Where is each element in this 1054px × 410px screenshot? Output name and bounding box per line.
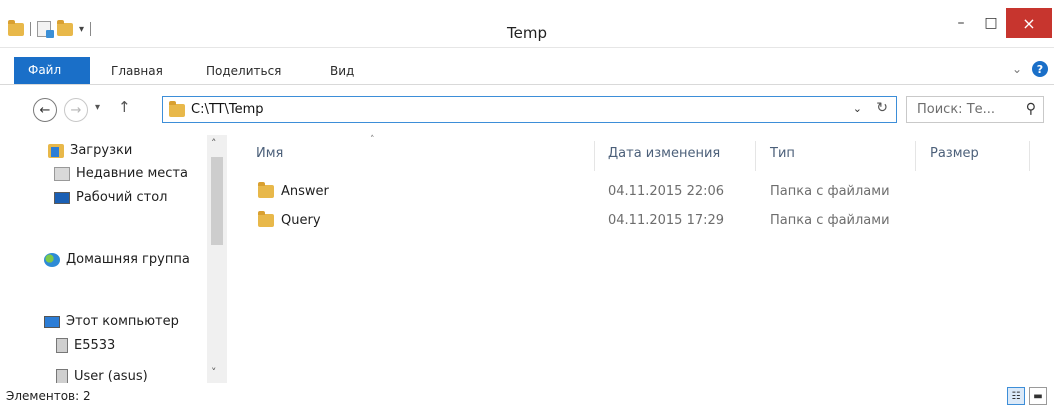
network-drive-icon [56, 369, 68, 383]
title-bar: ▾ Temp – □ × [0, 0, 1054, 48]
folder-icon [258, 211, 274, 227]
sort-ascending-icon: ˄ [370, 135, 375, 145]
sidebar-item-label: User (asus) [74, 369, 148, 383]
forward-button[interactable]: → [64, 98, 88, 122]
file-name: Query [281, 213, 321, 228]
column-header-date[interactable]: Дата изменения [608, 146, 720, 161]
large-icons-view-icon[interactable]: ▬ [1029, 387, 1047, 405]
recent-locations-icon[interactable]: ▾ [95, 102, 100, 113]
address-bar[interactable]: C:\TT\Temp ⌄ ↻ [162, 96, 897, 123]
sidebar-item-label: Недавние места [76, 166, 188, 181]
address-path[interactable]: C:\TT\Temp [191, 102, 264, 117]
table-row[interactable]: Answer 04.11.2015 22:06 Папка с файлами [232, 181, 1032, 203]
status-bar: Элементов: 2 ☷ ▬ [0, 386, 1054, 410]
item-count: Элементов: 2 [6, 389, 91, 403]
window-controls: – □ × [946, 8, 1052, 38]
sidebar-item-desktop[interactable]: Рабочий стол [54, 190, 167, 205]
file-name: Answer [281, 184, 329, 199]
search-icon[interactable]: ⚲ [1026, 101, 1036, 117]
file-date: 04.11.2015 22:06 [608, 184, 725, 199]
homegroup-icon [44, 252, 60, 267]
sidebar-item-label: E5533 [74, 338, 116, 353]
column-divider[interactable] [1029, 141, 1030, 171]
computer-icon [44, 315, 60, 328]
column-divider[interactable] [755, 141, 756, 171]
up-button[interactable]: ↑ [118, 98, 131, 116]
ribbon-tabs: Файл Главная Поделиться Вид ⌄ ? [0, 57, 1054, 85]
file-list: ˄ Имя Дата изменения Тип Размер Answer 0… [232, 135, 1054, 383]
file-type: Папка с файлами [770, 184, 890, 199]
desktop-icon [54, 191, 70, 204]
close-button[interactable]: × [1006, 8, 1052, 38]
table-row[interactable]: Query 04.11.2015 17:29 Папка с файлами [232, 210, 1032, 232]
back-button[interactable]: ← [33, 98, 57, 122]
sidebar-item-homegroup[interactable]: Домашняя группа [44, 252, 190, 267]
refresh-icon[interactable]: ↻ [876, 100, 888, 116]
scroll-down-icon[interactable]: ˅ [211, 366, 217, 379]
scrollbar-thumb[interactable] [211, 157, 223, 245]
details-view-icon[interactable]: ☷ [1007, 387, 1025, 405]
sidebar-item-e5533[interactable]: E5533 [56, 338, 115, 353]
downloads-icon [48, 143, 64, 158]
sidebar-item-label: Этот компьютер [66, 314, 179, 329]
file-date: 04.11.2015 17:29 [608, 213, 725, 228]
window-title: Temp [507, 24, 547, 42]
column-divider[interactable] [594, 141, 595, 171]
tab-view[interactable]: Вид [330, 59, 354, 83]
column-divider[interactable] [915, 141, 916, 171]
help-icon[interactable]: ? [1032, 61, 1048, 77]
recent-places-icon [54, 166, 70, 181]
ribbon-right: ⌄ ? [1012, 61, 1048, 77]
column-header-size[interactable]: Размер [930, 146, 979, 161]
sidebar-item-label: Загрузки [70, 143, 133, 158]
navigation-pane: Загрузки Недавние места Рабочий стол Дом… [0, 135, 232, 383]
sidebar-item-label: Домашняя группа [66, 252, 190, 267]
column-header-name[interactable]: Имя [256, 146, 283, 161]
column-header-type[interactable]: Тип [770, 146, 795, 161]
address-dropdown-icon[interactable]: ⌄ [853, 102, 862, 115]
scroll-up-icon[interactable]: ˄ [211, 137, 217, 150]
file-name-cell[interactable]: Query [258, 211, 321, 228]
sidebar-scrollbar[interactable]: ˄ ˅ [207, 135, 227, 383]
tab-home[interactable]: Главная [111, 59, 163, 83]
file-type: Папка с файлами [770, 213, 890, 228]
file-name-cell[interactable]: Answer [258, 182, 329, 199]
tab-share[interactable]: Поделиться [206, 59, 281, 83]
sidebar-item-downloads[interactable]: Загрузки [48, 143, 132, 158]
sidebar-item-recent-places[interactable]: Недавние места [54, 166, 188, 181]
network-drive-icon [56, 338, 68, 353]
folder-icon [169, 101, 185, 117]
navigation-bar: ← → ▾ ↑ C:\TT\Temp ⌄ ↻ Поиск: Те... ⚲ [0, 95, 1054, 127]
expand-ribbon-icon[interactable]: ⌄ [1012, 62, 1022, 76]
maximize-button[interactable]: □ [976, 8, 1006, 38]
tab-file[interactable]: Файл [14, 57, 90, 84]
sidebar-item-label: Рабочий стол [76, 190, 168, 205]
sidebar-item-user-asus[interactable]: User (asus) [56, 369, 148, 383]
search-input[interactable]: Поиск: Те... [917, 102, 995, 117]
sidebar-item-this-pc[interactable]: Этот компьютер [44, 314, 179, 329]
folder-icon [258, 182, 274, 198]
search-box[interactable]: Поиск: Те... ⚲ [906, 96, 1044, 123]
minimize-button[interactable]: – [946, 8, 976, 38]
